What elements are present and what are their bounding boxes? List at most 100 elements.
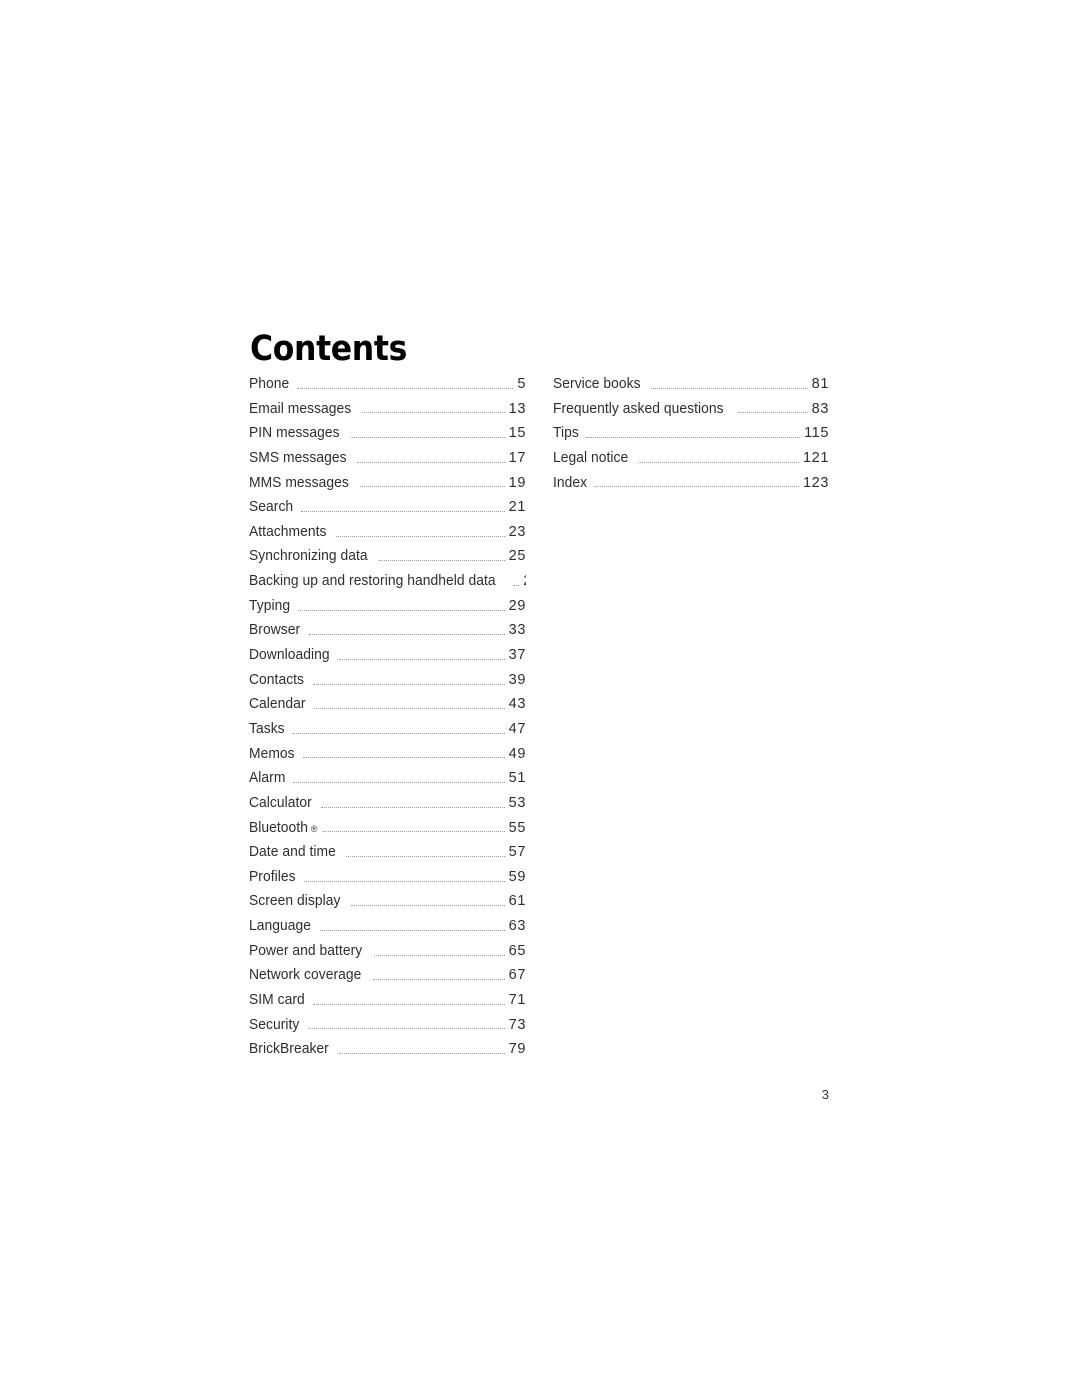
toc-entry-page-number: 43 [508,696,526,713]
toc-dot-leader [336,535,505,537]
toc-entry[interactable]: Index 123 [553,475,829,500]
toc-entry-label: Synchronizing data [249,548,368,565]
toc-entry-page-number: 25 [508,548,526,565]
toc-column-left: Phone 5 Email messages 13 PIN messages 15 SMS … [249,376,526,1066]
toc-entry-label: Security [249,1016,300,1033]
toc-dot-leader [349,437,505,439]
toc-entry-page-number: 29 [508,597,526,614]
toc-entry-label: SMS messages [249,449,347,466]
toc-dot-leader [737,412,808,414]
toc-dot-leader [307,1028,505,1030]
toc-dot-leader [586,437,801,439]
toc-entry-label: Typing [249,597,291,614]
toc-entry-label: Memos [249,745,295,762]
toc-dot-leader [372,979,505,981]
toc-entry-page-number: 33 [508,622,526,639]
toc-entry-label: Phone [249,376,290,392]
toc-entry-page-number: 123 [803,474,829,491]
toc-entry-label: SIM card [249,992,305,1009]
toc-entry[interactable]: Email messages 13 [249,401,526,426]
toc-entry-label: Search [249,499,294,516]
toc-entry-page-number: 23 [508,523,526,540]
toc-entry-page-number: 55 [508,819,526,836]
toc-entry-page-number: 81 [811,376,829,392]
toc-entry-label: MMS messages [249,474,349,491]
toc-entry-label: Email messages [249,400,352,417]
toc-entry-page-number: 59 [508,868,526,885]
toc-entry[interactable]: MMS messages 19 [249,475,526,500]
toc-entry-page-number: 47 [508,720,526,737]
toc-entry-label: PIN messages [249,425,340,442]
toc-entry-label: Browser [249,622,301,639]
document-page: Contents Phone 5 Email messages 13 PIN messa… [0,0,1080,1397]
toc-dot-leader [338,1053,505,1055]
toc-entry[interactable]: Language 63 [249,918,526,943]
toc-entry-label: Service books [553,376,641,392]
toc-entry[interactable]: SMS messages 17 [249,450,526,475]
toc-entry[interactable]: Legal notice 121 [553,450,829,475]
toc-entry-label: Network coverage [249,967,362,984]
toc-entry[interactable]: Security 73 [249,1017,526,1042]
toc-dot-leader [302,757,505,759]
toc-entry[interactable]: Attachments 23 [249,524,526,549]
toc-entry-page-number: 49 [508,745,526,762]
toc-dot-leader [359,486,505,488]
toc-entry[interactable]: SIM card 71 [249,992,526,1017]
toc-entry-page-number: 121 [803,449,829,466]
toc-entry[interactable]: Tasks 47 [249,721,526,746]
toc-entry[interactable]: Power and battery 65 [249,943,526,968]
toc-entry[interactable]: Profiles 59 [249,869,526,894]
toc-entry[interactable]: Alarm 51 [249,770,526,795]
toc-entry[interactable]: Bluetooth ® 55 [249,820,526,845]
toc-entry[interactable]: Date and time 57 [249,844,526,869]
toc-dot-leader [650,387,808,389]
toc-column-right: Service books 81 Frequently asked question… [553,376,829,499]
toc-entry[interactable]: Browser 33 [249,622,526,647]
toc-entry-label: Screen display [249,893,341,910]
toc-entry-label: Backing up and restoring handheld data [249,573,496,590]
toc-dot-leader [373,954,505,956]
toc-entry[interactable]: Screen display 61 [249,893,526,918]
toc-dot-leader [314,708,505,710]
toc-entry-page-number: 83 [811,400,829,417]
toc-dot-leader [362,412,505,414]
registered-trademark-icon: ® [310,823,318,834]
toc-entry-page-number: 57 [508,844,526,861]
toc-entry[interactable]: Frequently asked questions 83 [553,401,829,426]
toc-entry-label: Calculator [249,794,312,811]
toc-entry-label: Frequently asked questions [553,400,724,417]
toc-entry[interactable]: Service books 81 [553,376,829,401]
toc-entry[interactable]: Synchronizing data 25 [249,548,526,573]
toc-entry[interactable]: Search 21 [249,499,526,524]
toc-entry[interactable]: Typing 29 [249,598,526,623]
toc-dot-leader [320,806,505,808]
toc-entry-page-number: 13 [508,400,526,417]
toc-entry[interactable]: Downloading 37 [249,647,526,672]
toc-entry-page-number: 53 [508,794,526,811]
toc-entry[interactable]: Phone 5 [249,376,526,401]
toc-dot-leader [379,560,505,562]
toc-entry[interactable]: BrickBreaker 79 [249,1041,526,1066]
toc-entry[interactable]: Calendar 43 [249,696,526,721]
toc-dot-leader [345,855,505,857]
toc-entry-label: Profiles [249,868,296,885]
toc-entry-label: BrickBreaker [249,1041,329,1058]
folio-page-number: 3 [821,1087,829,1102]
toc-entry[interactable]: PIN messages 15 [249,425,526,450]
toc-entry[interactable]: Tips 115 [553,425,829,450]
toc-entry[interactable]: Backing up and restoring handheld data 27 [249,573,526,598]
toc-dot-leader [312,683,505,685]
toc-entry[interactable]: Network coverage 67 [249,967,526,992]
toc-entry-page-number: 5 [517,376,526,392]
toc-entry-page-number: 63 [508,918,526,935]
toc-entry[interactable]: Calculator 53 [249,795,526,820]
toc-entry[interactable]: Memos 49 [249,746,526,771]
toc-entry[interactable]: Contacts 39 [249,672,526,697]
page-title: Contents [250,329,407,370]
toc-dot-leader [323,831,505,833]
toc-entry-page-number: 61 [508,893,526,910]
toc-entry-label: Power and battery [249,942,363,959]
toc-entry-page-number: 37 [508,647,526,664]
toc-entry-label: Index [553,474,588,491]
toc-dot-leader [313,1003,505,1005]
